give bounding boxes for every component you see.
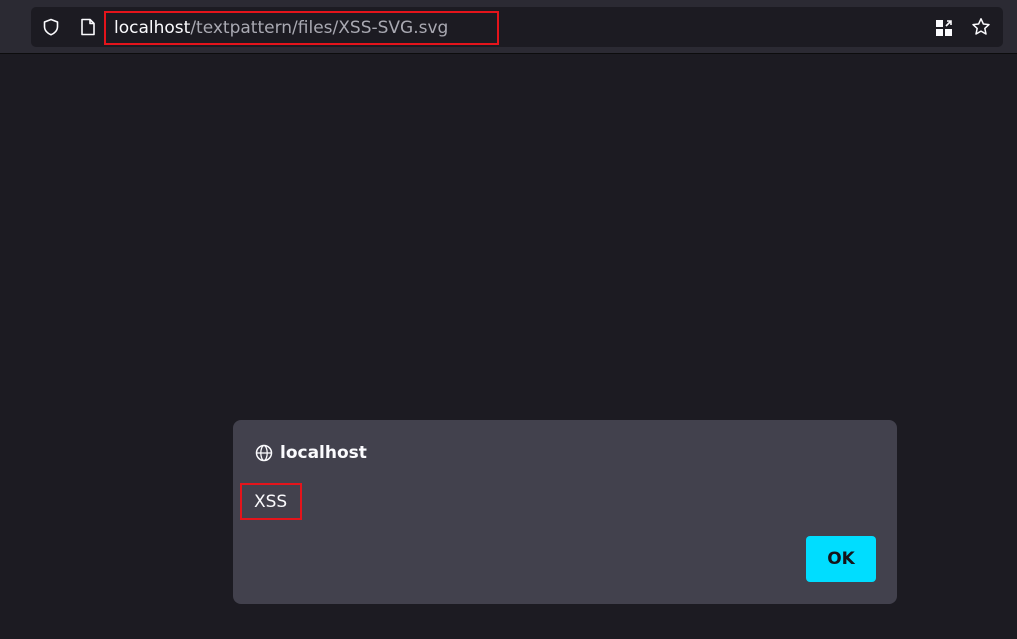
dialog-message: XSS bbox=[254, 492, 288, 512]
ok-button[interactable]: OK bbox=[806, 536, 876, 582]
dialog-title: localhost bbox=[280, 443, 367, 463]
message-highlight-box: XSS bbox=[240, 483, 302, 520]
url-path: /textpattern/files/XSS-SVG.svg bbox=[190, 18, 449, 38]
page-icon[interactable] bbox=[80, 18, 96, 36]
qr-code-icon[interactable] bbox=[935, 19, 953, 37]
url-host: localhost bbox=[114, 18, 191, 38]
shield-icon[interactable] bbox=[42, 18, 60, 36]
browser-toolbar: localhost/textpattern/files/XSS-SVG.svg bbox=[0, 0, 1017, 54]
url-text[interactable]: localhost/textpattern/files/XSS-SVG.svg bbox=[114, 18, 448, 38]
alert-dialog: localhost XSS OK bbox=[233, 420, 897, 604]
url-bar[interactable]: localhost/textpattern/files/XSS-SVG.svg bbox=[31, 7, 1003, 47]
url-highlight-box: localhost/textpattern/files/XSS-SVG.svg bbox=[104, 11, 499, 45]
globe-icon bbox=[255, 444, 273, 462]
star-icon[interactable] bbox=[971, 17, 991, 37]
